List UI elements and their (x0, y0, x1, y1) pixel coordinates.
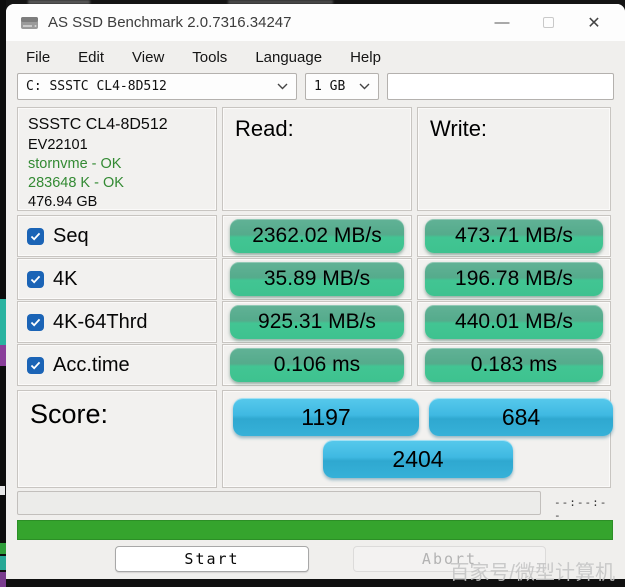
close-button[interactable]: ✕ (571, 4, 617, 41)
drive-info-panel: SSSTC CL4-8D512 EV22101 stornvme - OK 28… (17, 107, 217, 211)
write-column-header: Write: (417, 107, 611, 211)
4k64thrd-read-value: 925.31 MB/s (229, 305, 405, 339)
4k64thrd-write-cell: 440.01 MB/s (417, 301, 611, 343)
4k-write-value: 196.78 MB/s (424, 262, 604, 296)
menu-file[interactable]: File (26, 49, 50, 66)
acctime-read-cell: 0.106 ms (222, 344, 412, 386)
checkmark-icon (30, 275, 41, 283)
score-panel: 1197 684 2404 (222, 390, 613, 488)
menu-view[interactable]: View (132, 49, 164, 66)
acctime-write-value: 0.183 ms (424, 348, 604, 382)
4k-read-cell: 35.89 MB/s (222, 258, 412, 300)
window-title: AS SSD Benchmark 2.0.7316.34247 (48, 14, 292, 31)
seq-read-cell: 2362.02 MB/s (222, 215, 412, 257)
4k-label: 4K (53, 267, 78, 290)
4k64thrd-write-value: 440.01 MB/s (424, 305, 604, 339)
progress-bar (17, 520, 613, 540)
4k-write-cell: 196.78 MB/s (417, 258, 611, 300)
checkmark-icon (30, 232, 41, 240)
menu-help[interactable]: Help (350, 49, 381, 66)
read-header-label: Read: (235, 116, 294, 141)
4k-checkbox[interactable] (27, 270, 44, 288)
4k-read-value: 35.89 MB/s (229, 262, 405, 296)
score-label: Score: (30, 399, 109, 429)
write-header-label: Write: (430, 116, 488, 141)
chevron-down-icon (359, 83, 370, 90)
checkmark-icon (30, 318, 41, 326)
row-4k64thrd: 4K-64Thrd (17, 301, 217, 343)
row-acctime: Acc.time (17, 344, 217, 386)
4k64thrd-read-cell: 925.31 MB/s (222, 301, 412, 343)
elapsed-time: --:--:-- (554, 496, 608, 522)
toolbar-text-field[interactable] (387, 73, 614, 100)
score-label-panel: Score: (17, 390, 217, 488)
4k64thrd-checkbox[interactable] (27, 313, 44, 331)
checkmark-icon (30, 361, 41, 369)
compression-artifact (0, 486, 5, 495)
test-size-value: 1 GB (314, 79, 346, 94)
maximize-icon (542, 17, 554, 28)
menu-edit[interactable]: Edit (78, 49, 104, 66)
drive-capacity: 476.94 GB (28, 194, 98, 210)
seq-label: Seq (53, 224, 89, 247)
minimize-button[interactable]: — (479, 4, 525, 41)
acctime-label: Acc.time (53, 353, 130, 376)
title-bar: AS SSD Benchmark 2.0.7316.34247 — ✕ (6, 4, 625, 41)
drive-model: SSSTC CL4-8D512 (28, 116, 168, 133)
drive-select-value: C: SSSTC CL4-8D512 (26, 79, 167, 94)
score-write-value: 684 (429, 398, 613, 436)
seq-write-cell: 473.71 MB/s (417, 215, 611, 257)
read-column-header: Read: (222, 107, 412, 211)
acctime-write-cell: 0.183 ms (417, 344, 611, 386)
seq-write-value: 473.71 MB/s (424, 219, 604, 253)
menu-bar: File Edit View Tools Language Help (6, 44, 625, 71)
acctime-read-value: 0.106 ms (229, 348, 405, 382)
4k64thrd-label: 4K-64Thrd (53, 310, 148, 333)
score-total-value: 2404 (323, 440, 513, 478)
start-button[interactable]: Start (115, 546, 309, 572)
hard-drive-icon (21, 16, 38, 29)
acctime-checkbox[interactable] (27, 356, 44, 374)
test-size-select[interactable]: 1 GB (305, 73, 379, 100)
maximize-button[interactable] (525, 4, 571, 41)
score-read-value: 1197 (233, 398, 419, 436)
status-field (17, 491, 541, 515)
menu-language[interactable]: Language (255, 49, 322, 66)
watermark: 百家号/微型计算机 (449, 562, 615, 584)
chevron-down-icon (277, 83, 288, 90)
seq-read-value: 2362.02 MB/s (229, 219, 405, 253)
driver-status: stornvme - OK (28, 156, 122, 172)
drive-select[interactable]: C: SSSTC CL4-8D512 (17, 73, 297, 100)
app-window: AS SSD Benchmark 2.0.7316.34247 — ✕ File… (6, 4, 625, 579)
menu-tools[interactable]: Tools (192, 49, 227, 66)
alignment-status: 283648 K - OK (28, 175, 124, 191)
window-controls: — ✕ (479, 4, 625, 41)
row-seq: Seq (17, 215, 217, 257)
drive-firmware: EV22101 (28, 137, 88, 153)
seq-checkbox[interactable] (27, 227, 44, 245)
row-4k: 4K (17, 258, 217, 300)
